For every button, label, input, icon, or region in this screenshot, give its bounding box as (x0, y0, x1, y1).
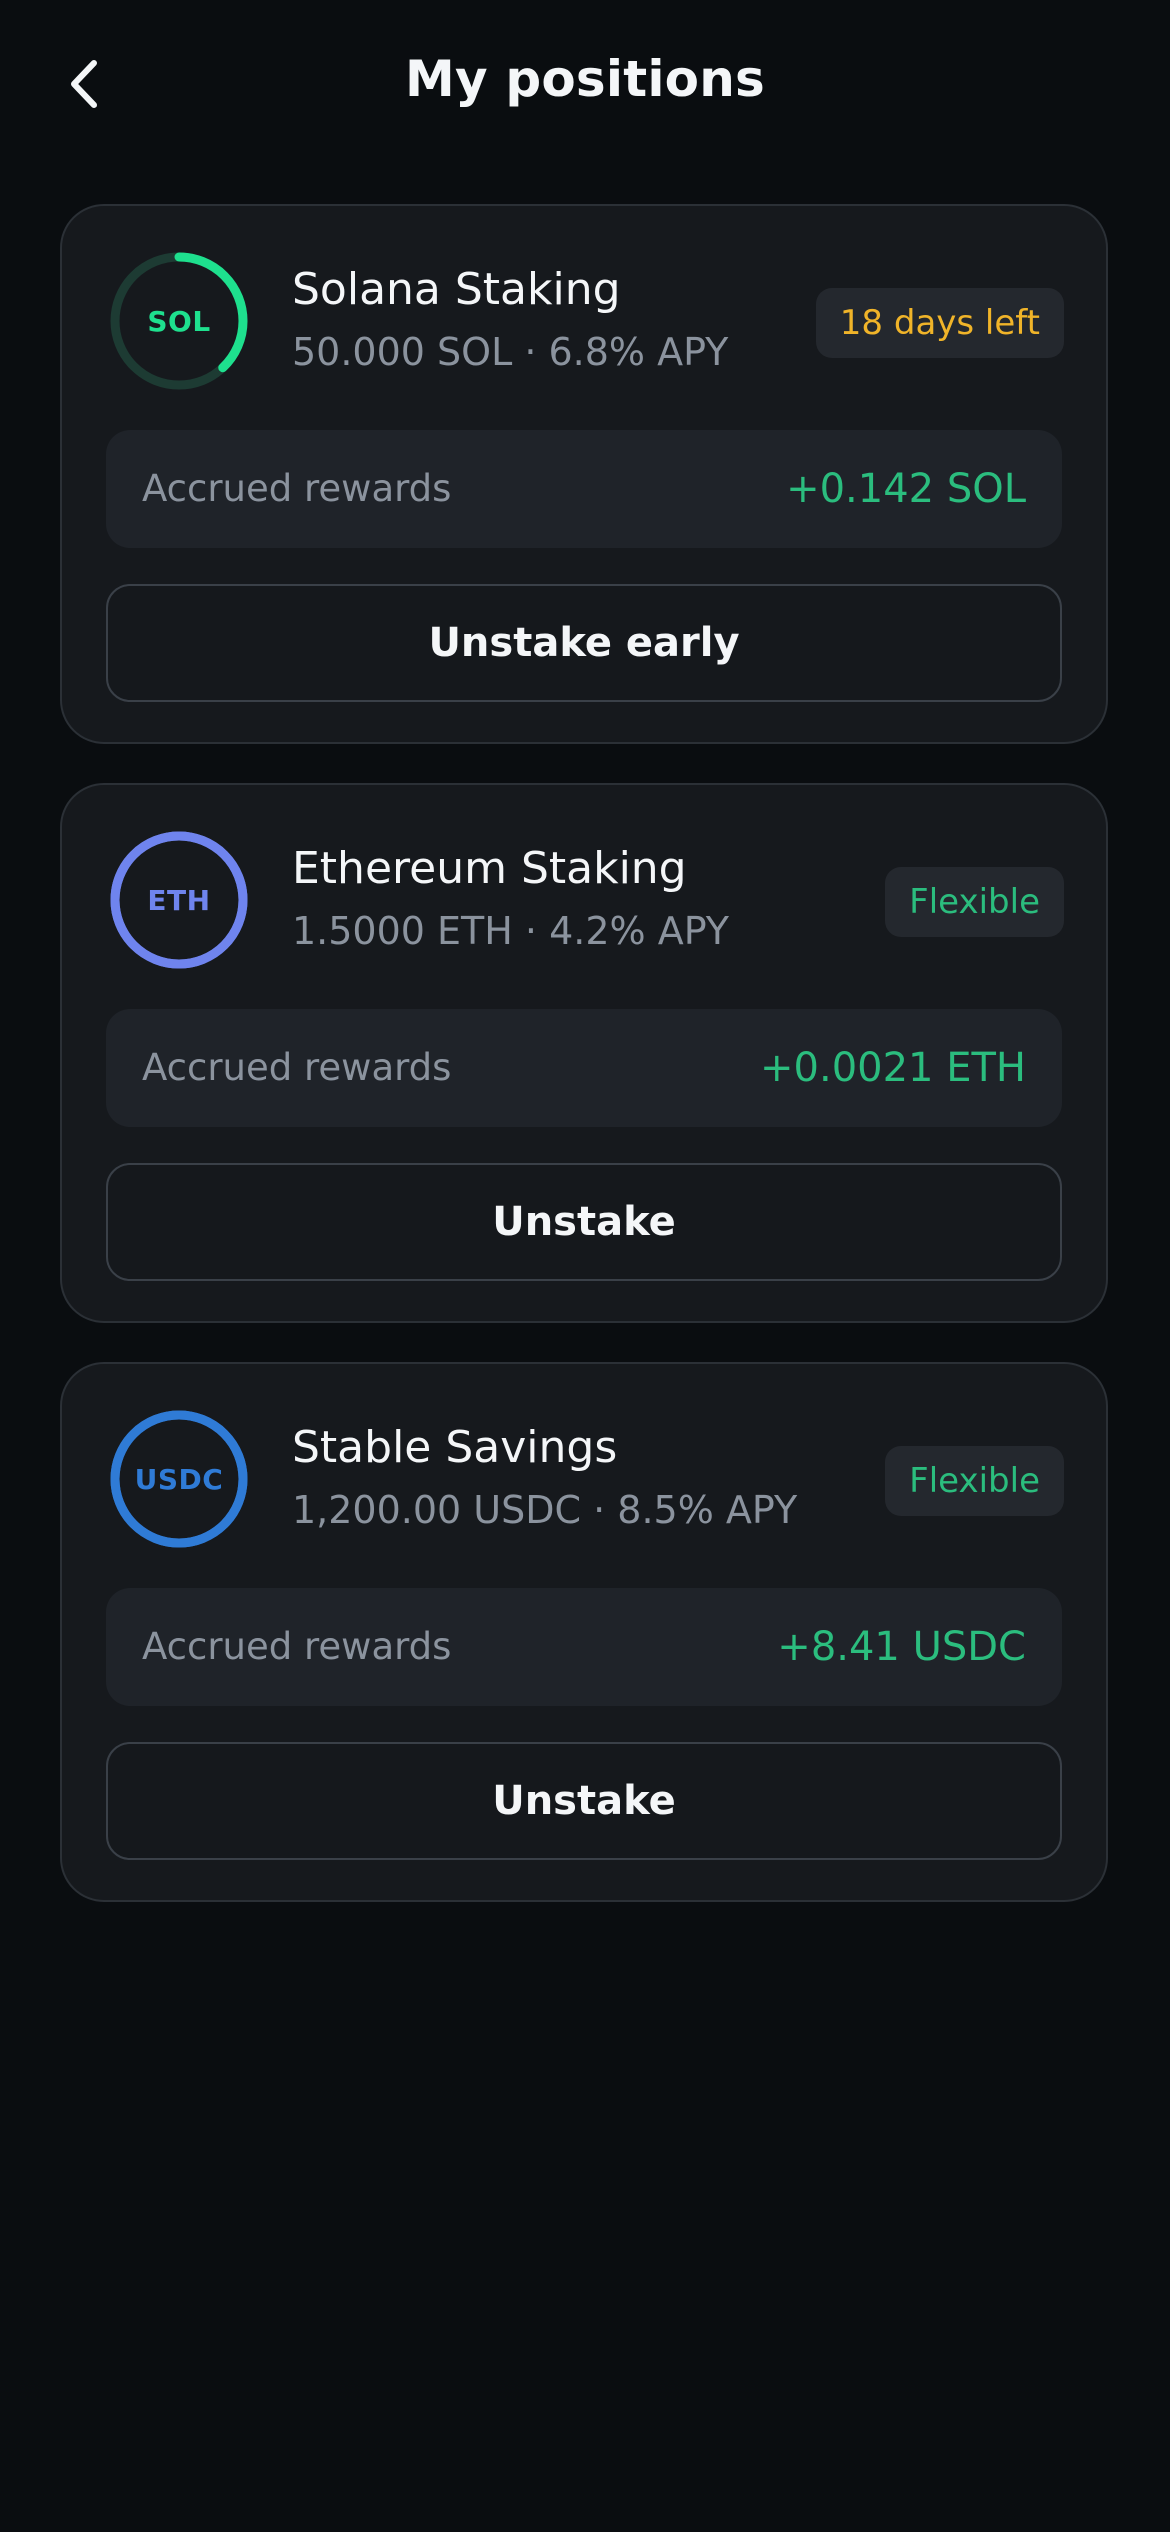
token-avatar-eth: ETH (108, 829, 250, 971)
status-badge: Flexible (885, 1446, 1064, 1516)
unstake-early-button[interactable]: Unstake early (106, 584, 1062, 702)
token-avatar-usdc: USDC (108, 1408, 250, 1550)
rewards-row: Accrued rewards +0.0021 ETH (106, 1009, 1062, 1127)
unstake-button[interactable]: Unstake (106, 1163, 1062, 1281)
position-card-eth: ETH Ethereum Staking 1.5000 ETH · 4.2% A… (60, 783, 1108, 1323)
page-title: My positions (405, 50, 765, 108)
rewards-row: Accrued rewards +8.41 USDC (106, 1588, 1062, 1706)
rewards-value: +0.142 SOL (786, 466, 1026, 512)
rewards-label: Accrued rewards (142, 467, 452, 510)
token-avatar-sol: SOL (108, 250, 250, 392)
token-symbol: ETH (147, 883, 211, 917)
unstake-button[interactable]: Unstake (106, 1742, 1062, 1860)
rewards-value: +0.0021 ETH (760, 1045, 1026, 1091)
position-subtitle: 1.5000 ETH · 4.2% APY (292, 909, 729, 953)
status-badge: Flexible (885, 867, 1064, 937)
token-symbol: SOL (147, 304, 211, 338)
position-card-usdc: USDC Stable Savings 1,200.00 USDC · 8.5%… (60, 1362, 1108, 1902)
rewards-row: Accrued rewards +0.142 SOL (106, 430, 1062, 548)
token-symbol: USDC (134, 1462, 224, 1496)
rewards-value: +8.41 USDC (777, 1624, 1026, 1670)
rewards-label: Accrued rewards (142, 1625, 452, 1668)
header: My positions (0, 0, 1170, 170)
position-name: Ethereum Staking (292, 843, 687, 894)
position-name: Solana Staking (292, 264, 621, 315)
position-name: Stable Savings (292, 1422, 618, 1473)
rewards-label: Accrued rewards (142, 1046, 452, 1089)
position-subtitle: 50.000 SOL · 6.8% APY (292, 330, 729, 374)
status-badge: 18 days left (815, 288, 1064, 358)
position-card-sol: SOL Solana Staking 50.000 SOL · 6.8% APY… (60, 204, 1108, 744)
position-subtitle: 1,200.00 USDC · 8.5% APY (292, 1488, 798, 1532)
positions-screen: My positions SOL Solana Staking 50.000 S… (0, 0, 1170, 2532)
